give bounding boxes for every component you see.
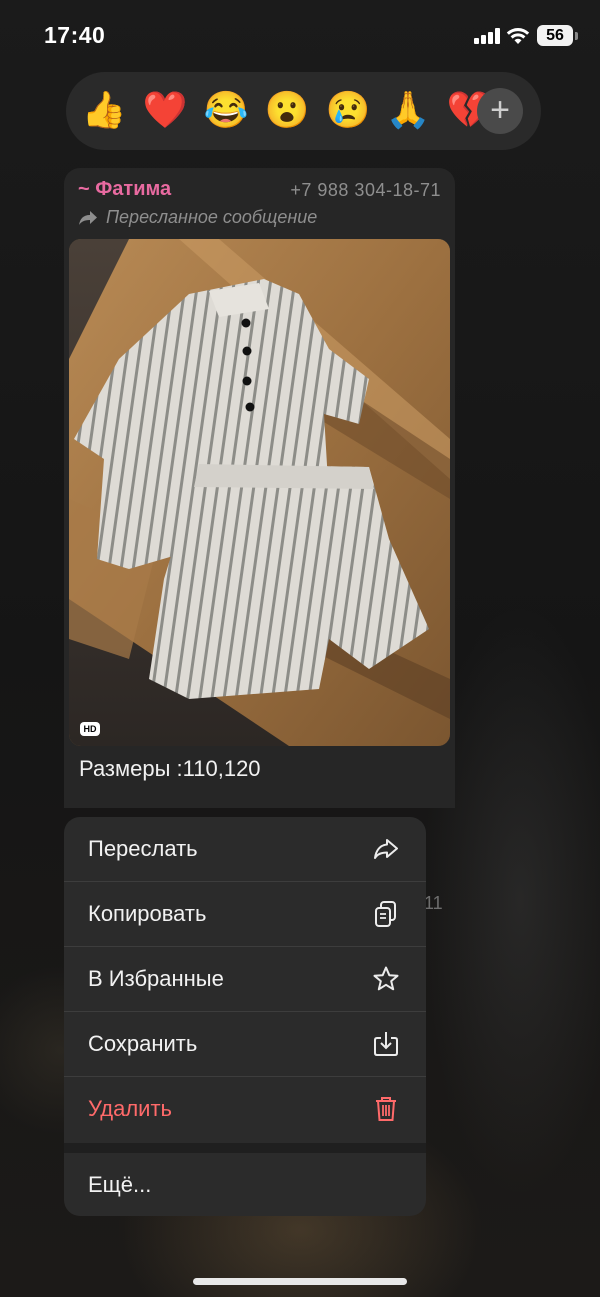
add-reaction-button[interactable]: +: [477, 88, 523, 134]
status-bar: 17:40 56: [0, 0, 600, 70]
trash-icon: [376, 1097, 396, 1121]
battery-indicator: 56: [537, 25, 573, 46]
menu-item-label: Копировать: [88, 901, 207, 926]
home-indicator[interactable]: [193, 1278, 407, 1285]
menu-item-label: Ещё...: [88, 1172, 152, 1197]
message-photo[interactable]: HD: [69, 239, 450, 746]
reaction-heart[interactable]: ❤️: [141, 86, 189, 134]
sender-name[interactable]: ~ Фатима: [78, 178, 171, 201]
save-icon: [374, 1032, 398, 1056]
reaction-pray[interactable]: 🙏: [384, 86, 432, 134]
hd-badge: HD: [80, 722, 100, 736]
forwarded-row: Пересланное сообщение: [78, 207, 317, 228]
menu-item-more[interactable]: Ещё...: [64, 1153, 426, 1216]
photo-clothing-image: [69, 239, 450, 746]
menu-item-label: В Избранные: [88, 966, 224, 991]
menu-separator: [64, 1143, 426, 1153]
message-caption: Размеры :110,120: [79, 756, 261, 781]
menu-item-label: Сохранить: [88, 1031, 198, 1056]
context-menu: Переслать Копировать В Избранные Сохрани…: [64, 817, 426, 1216]
forward-icon: [374, 839, 398, 859]
reactions-bar: 👍 ❤️ 😂 😮 😢 🙏 💔 +: [66, 72, 541, 150]
reaction-laughing[interactable]: 😂: [202, 86, 250, 134]
menu-item-save[interactable]: Сохранить: [64, 1012, 426, 1077]
star-icon: [373, 966, 399, 991]
menu-item-favorites[interactable]: В Избранные: [64, 947, 426, 1012]
menu-item-delete[interactable]: Удалить: [64, 1077, 426, 1141]
reaction-thumbs-up[interactable]: 👍: [80, 86, 128, 134]
forward-arrow-icon: [79, 210, 97, 225]
reaction-surprised[interactable]: 😮: [263, 86, 311, 134]
menu-item-label: Переслать: [88, 836, 198, 861]
forwarded-label: Пересланное сообщение: [106, 207, 318, 227]
menu-item-label: Удалить: [88, 1096, 172, 1121]
partially-hidden-timestamp: 11: [424, 893, 443, 913]
copy-icon: [375, 901, 396, 927]
battery-tip: [575, 32, 578, 40]
wifi-icon: [506, 28, 530, 44]
status-time: 17:40: [44, 22, 106, 48]
menu-item-copy[interactable]: Копировать: [64, 882, 426, 947]
sender-phone: +7 988 304-18-71: [290, 180, 441, 200]
message-bubble[interactable]: ~ Фатима +7 988 304-18-71 Пересланное со…: [64, 168, 455, 808]
reaction-crying[interactable]: 😢: [324, 86, 372, 134]
cellular-signal-icon: [474, 28, 500, 44]
menu-item-forward[interactable]: Переслать: [64, 817, 426, 882]
